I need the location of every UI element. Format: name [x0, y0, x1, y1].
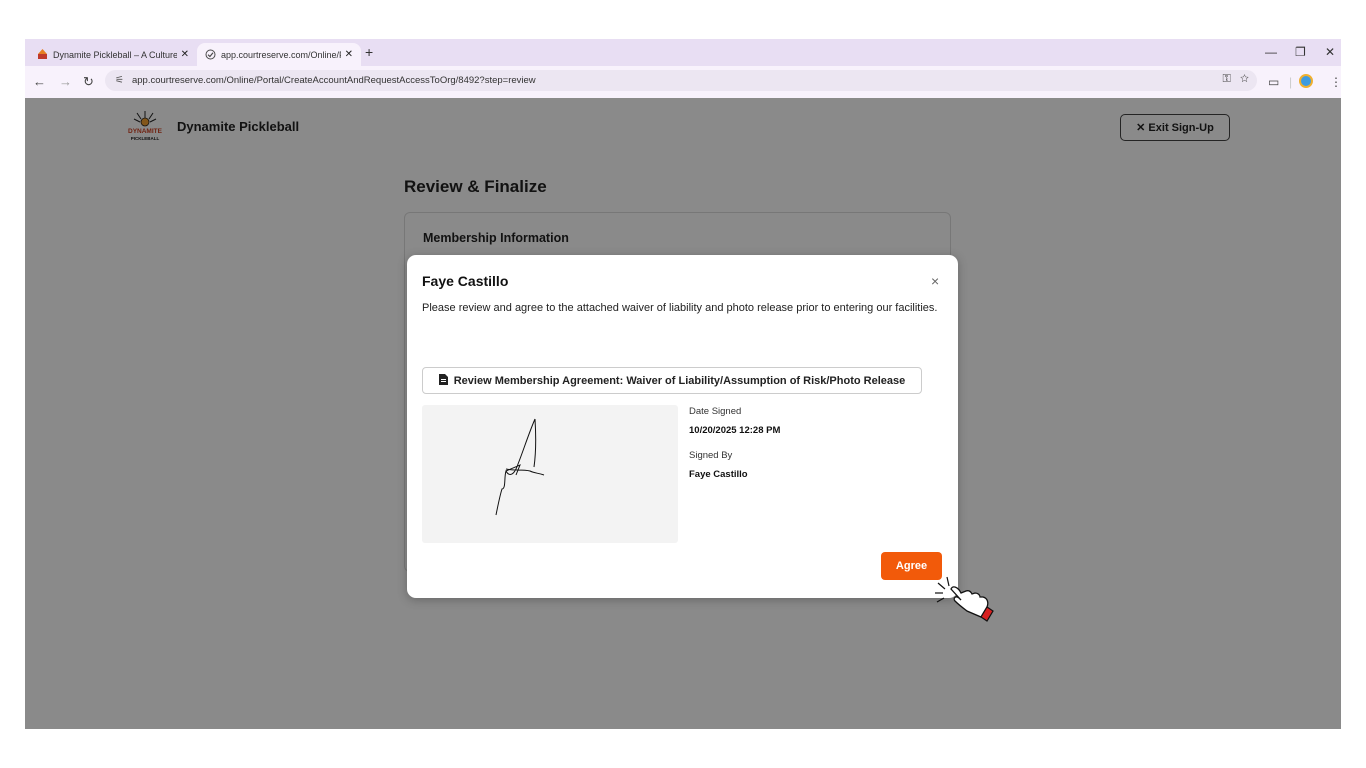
tab-title: Dynamite Pickleball – A Culture	[53, 49, 177, 60]
more-icon[interactable]: ⋮	[1330, 75, 1341, 89]
review-agreement-button[interactable]: Review Membership Agreement: Waiver of L…	[422, 367, 922, 394]
check-favicon-icon	[205, 49, 216, 60]
toolbar-divider: |	[1289, 75, 1293, 89]
minimize-icon[interactable]: —	[1265, 45, 1277, 59]
forward-icon[interactable]: →	[59, 74, 72, 89]
reading-mode-icon[interactable]: ▭	[1268, 75, 1279, 89]
date-signed-label: Date Signed	[689, 406, 742, 417]
page-content: DYNAMITE PICKLEBALL Dynamite Pickleball …	[25, 98, 1341, 729]
signed-by-value: Faye Castillo	[689, 469, 748, 480]
tab-courtreserve[interactable]: app.courtreserve.com/Online/P ✕	[197, 43, 361, 66]
close-window-icon[interactable]: ✕	[1325, 45, 1335, 59]
maximize-icon[interactable]: ❐	[1295, 45, 1306, 59]
site-settings-icon[interactable]: ⚟	[115, 75, 124, 86]
new-tab-button[interactable]: +	[365, 44, 373, 60]
omnibox-actions: ⚿ ☆	[1222, 73, 1249, 86]
modal-message: Please review and agree to the attached …	[422, 302, 938, 314]
reload-icon[interactable]: ↻	[83, 74, 94, 90]
back-icon[interactable]: ←	[33, 74, 46, 89]
document-icon	[438, 373, 448, 388]
password-key-icon[interactable]: ⚿	[1222, 73, 1230, 85]
profile-avatar-icon[interactable]	[1299, 74, 1313, 88]
close-icon[interactable]: ×	[931, 273, 939, 289]
date-signed-value: 10/20/2025 12:28 PM	[689, 425, 781, 436]
waiver-modal: Faye Castillo × Please review and agree …	[407, 255, 958, 598]
tab-strip: Dynamite Pickleball – A Culture ✕ app.co…	[25, 39, 1341, 66]
tab-dynamite-pickleball[interactable]: Dynamite Pickleball – A Culture ✕	[29, 43, 197, 66]
tab-title: app.courtreserve.com/Online/P	[221, 49, 341, 60]
pointer-hand-icon	[933, 575, 997, 623]
url-text: app.courtreserve.com/Online/Portal/Creat…	[131, 75, 536, 86]
star-icon[interactable]: ☆	[1240, 73, 1249, 85]
address-bar[interactable]: ⚟ app.courtreserve.com/Online/Portal/Cre…	[105, 70, 1257, 91]
signed-by-label: Signed By	[689, 450, 733, 461]
close-tab-icon[interactable]: ✕	[181, 49, 189, 60]
signature-image	[422, 405, 678, 543]
close-tab-icon[interactable]: ✕	[345, 49, 353, 60]
modal-title: Faye Castillo	[422, 273, 509, 289]
favicon-icon	[37, 49, 48, 60]
browser-window: Dynamite Pickleball – A Culture ✕ app.co…	[25, 39, 1341, 729]
toolbar: ← → ↻ ⚟ app.courtreserve.com/Online/Port…	[25, 66, 1341, 98]
review-button-label: Review Membership Agreement: Waiver of L…	[453, 374, 906, 387]
